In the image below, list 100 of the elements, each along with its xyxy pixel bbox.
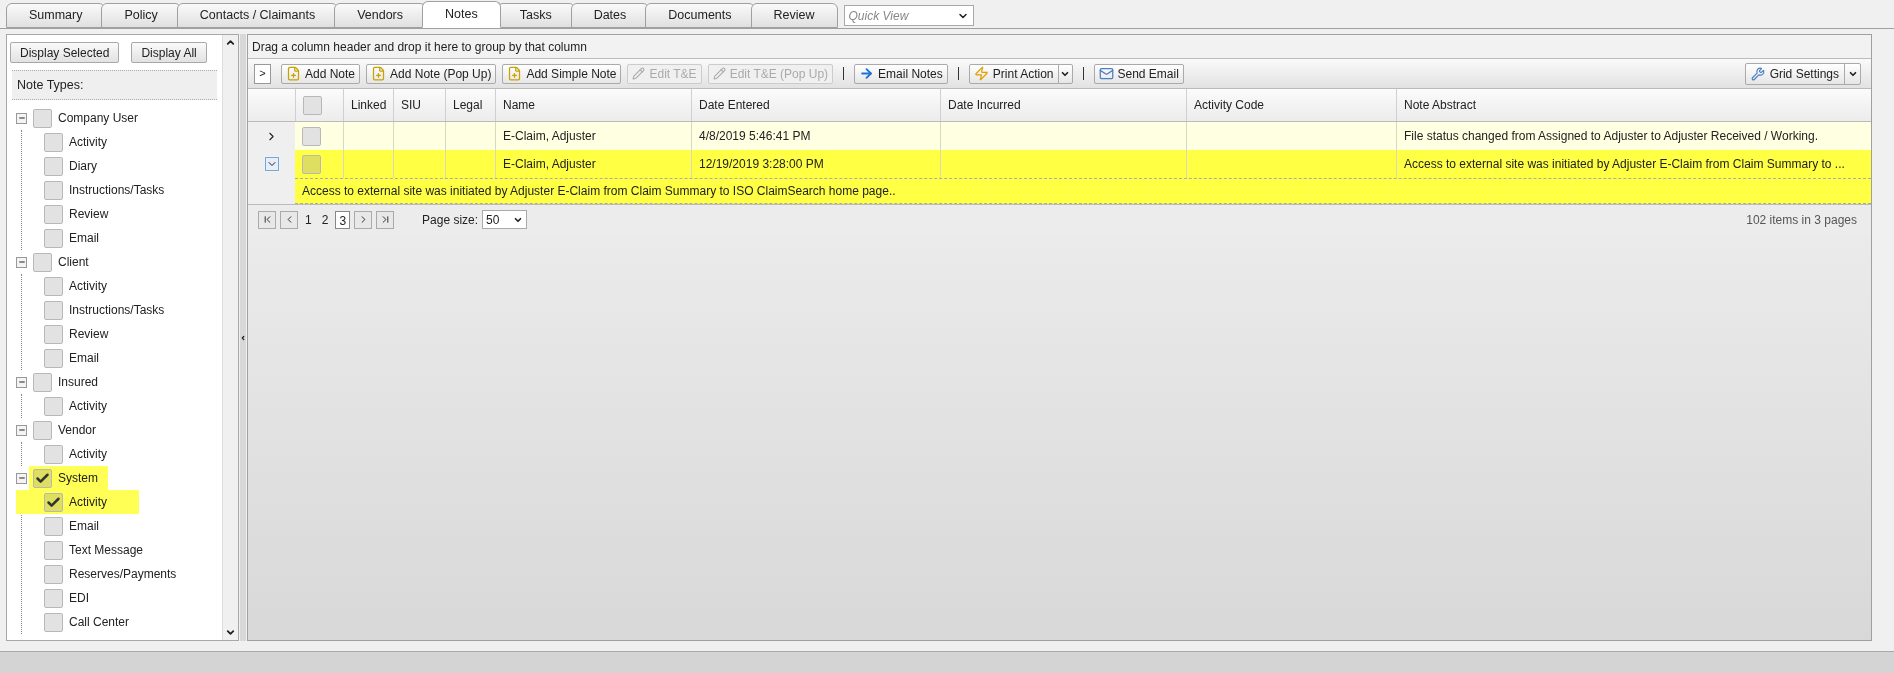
page-link[interactable]: 2 <box>318 210 332 229</box>
collapse-icon[interactable] <box>16 376 27 388</box>
tab[interactable]: Policy <box>101 3 181 28</box>
previous-page-button[interactable] <box>280 210 298 229</box>
column-header[interactable]: Linked <box>343 89 393 121</box>
checkbox[interactable] <box>44 348 63 368</box>
checkbox[interactable] <box>44 516 63 536</box>
tree-item[interactable]: Email <box>69 349 99 367</box>
pencil-icon <box>712 67 726 80</box>
display-button[interactable]: Display All <box>131 42 207 63</box>
tree-item[interactable]: Activity <box>69 445 107 463</box>
checkbox[interactable] <box>44 444 63 464</box>
checkbox[interactable] <box>33 108 52 128</box>
column-header[interactable]: Date Entered <box>691 89 940 121</box>
quick-view-dropdown[interactable]: Quick View <box>843 5 974 26</box>
scroll-up-icon[interactable] <box>225 37 236 48</box>
checkbox[interactable] <box>44 324 63 344</box>
tree-item[interactable]: Diary <box>69 157 97 175</box>
tree-item[interactable]: EDI <box>69 589 89 607</box>
tree-item[interactable]: Client <box>58 253 89 271</box>
note-add-icon <box>286 66 301 81</box>
checkbox[interactable] <box>44 564 63 584</box>
tree-item[interactable]: Call Center <box>69 613 130 631</box>
tab[interactable]: Review <box>750 3 838 28</box>
arrow-icon <box>859 66 875 81</box>
tree-item[interactable]: Activity <box>69 133 107 151</box>
note-add-icon <box>507 66 523 81</box>
checkbox[interactable] <box>302 126 321 146</box>
pencil-icon <box>632 67 646 80</box>
tab[interactable]: Documents <box>645 3 755 28</box>
page-link[interactable]: 3 <box>335 210 351 229</box>
checkbox[interactable] <box>44 156 63 176</box>
tree-item[interactable]: Text Message <box>69 541 144 559</box>
pager-summary: 102 items in 3 pages <box>1746 211 1857 229</box>
tree-item[interactable]: Vendor <box>58 421 97 439</box>
toolbar-button[interactable]: Add Simple Note <box>502 63 622 84</box>
grid-settings-button[interactable]: Grid Settings <box>1744 62 1861 85</box>
checkbox[interactable] <box>44 228 63 248</box>
display-button[interactable]: Display Selected <box>10 42 120 63</box>
column-header[interactable]: Legal <box>445 89 495 121</box>
checkbox[interactable] <box>44 204 63 224</box>
first-page-button[interactable] <box>258 210 276 229</box>
column-header[interactable]: Date Incurred <box>940 89 1186 121</box>
checkbox[interactable] <box>44 180 63 200</box>
column-header[interactable]: SIU <box>393 89 445 121</box>
split-button-label[interactable]: Print Action <box>969 64 1058 83</box>
toolbar-button[interactable]: Add Note <box>281 63 361 84</box>
note-add-icon <box>371 66 387 81</box>
scrollbar[interactable] <box>222 35 238 640</box>
checkbox[interactable] <box>44 492 63 512</box>
tree-item[interactable]: Instructions/Tasks <box>69 181 165 199</box>
column-header[interactable]: Name <box>495 89 691 121</box>
checkbox[interactable] <box>44 132 63 152</box>
tree-item[interactable]: Review <box>69 205 109 223</box>
checkbox[interactable] <box>44 300 63 320</box>
next-page-button[interactable] <box>354 210 373 229</box>
last-page-button[interactable] <box>376 210 395 229</box>
checkbox[interactable] <box>33 420 52 440</box>
split-button[interactable]: Print Action <box>968 63 1073 84</box>
checkbox[interactable] <box>44 588 63 608</box>
toolbar-button[interactable]: Email Notes <box>854 63 948 84</box>
table-cell: 12/19/2019 3:28:00 PM <box>691 150 940 178</box>
toolbar-button[interactable]: Send Email <box>1093 63 1184 84</box>
tree-item[interactable]: Email <box>69 517 99 535</box>
page-link[interactable]: 1 <box>302 210 315 229</box>
checkbox[interactable] <box>33 372 52 392</box>
tree-item[interactable]: Activity <box>69 277 107 295</box>
column-header[interactable]: Note Abstract <box>1396 89 1871 121</box>
checkbox[interactable] <box>44 540 63 560</box>
table-row[interactable]: E-Claim, Adjuster 4/8/2019 5:46:41 PM File status changed from Assigned to Adjuster to Adjuster Received / Working. <box>295 122 1871 150</box>
collapse-icon[interactable] <box>16 424 27 436</box>
tree-item[interactable]: Company User <box>58 109 139 127</box>
page-size-dropdown[interactable]: 50 <box>482 210 528 229</box>
tab[interactable]: Notes <box>422 1 501 28</box>
lightning-icon <box>973 66 989 81</box>
toolbar-button[interactable]: Add Note (Pop Up) <box>366 63 497 84</box>
checkbox[interactable] <box>33 252 52 272</box>
panel-header: Note Types: <box>12 70 217 100</box>
tree-item[interactable]: Reserves/Payments <box>69 565 177 583</box>
checkbox[interactable] <box>303 95 322 115</box>
tree-item[interactable]: Insured <box>58 373 99 391</box>
collapse-icon[interactable] <box>16 256 27 268</box>
tree-item[interactable]: Email <box>69 229 99 247</box>
checkbox[interactable] <box>33 468 52 488</box>
scroll-down-icon[interactable] <box>225 627 236 638</box>
grid-settings-label: Grid Settings <box>1769 65 1839 83</box>
checkbox[interactable] <box>44 612 63 632</box>
checkbox[interactable] <box>44 276 63 296</box>
collapse-icon[interactable] <box>16 472 27 484</box>
collapse-icon[interactable] <box>16 112 27 124</box>
toolbar-toggle[interactable]: > <box>254 63 271 84</box>
tree-item[interactable]: Instructions/Tasks <box>69 301 165 319</box>
checkbox[interactable] <box>44 396 63 416</box>
page-size-label: Page size: <box>422 211 479 229</box>
tree-item[interactable]: Activity <box>69 397 107 415</box>
checkbox[interactable] <box>302 154 321 174</box>
table-row[interactable] <box>295 150 1871 204</box>
tree-item[interactable]: Review <box>69 325 109 343</box>
column-header[interactable]: Activity Code <box>1186 89 1396 121</box>
table-cell: E-Claim, Adjuster <box>495 150 691 178</box>
